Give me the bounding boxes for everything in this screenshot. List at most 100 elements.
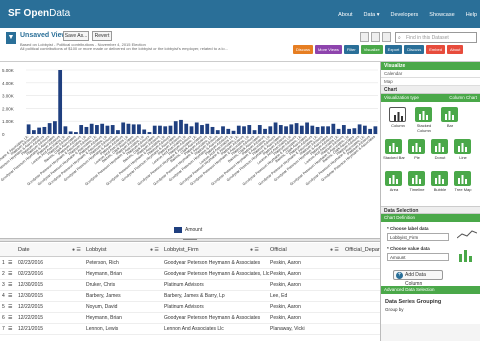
chart-bar[interactable] [221, 126, 225, 134]
table-row[interactable]: 4 ☰ 12/30/2015 Barbery, James Barbery, James… [0, 291, 380, 302]
nav-data[interactable]: Data ▾ [364, 12, 380, 18]
viz-type-header[interactable]: Visualization type Column Chart [381, 94, 480, 102]
chart-bar[interactable] [336, 128, 341, 134]
chart-bar[interactable] [137, 124, 141, 134]
panel-tab-calendar[interactable]: Calendar [381, 70, 480, 78]
chart-bar[interactable] [131, 124, 136, 134]
advanced-selection-header[interactable]: Advanced Data Selection [381, 286, 480, 294]
chart-bar[interactable] [362, 125, 367, 134]
chart-bar[interactable] [79, 125, 84, 134]
chart-bar[interactable] [142, 129, 147, 134]
chart-type-tree-map[interactable] [454, 171, 471, 186]
dataset-search-input[interactable]: ⌕ Find in this Dataset [395, 32, 477, 43]
col-header-lobbyist[interactable]: Lobbyist [86, 247, 107, 253]
chart-bar[interactable] [294, 123, 299, 134]
chart-bar[interactable] [305, 122, 309, 134]
chart-bar[interactable] [68, 131, 73, 134]
chart-type-column[interactable] [389, 107, 406, 122]
col-header-date[interactable]: Date [18, 247, 30, 253]
divider-grip[interactable] [183, 239, 197, 241]
chart-bar[interactable] [284, 126, 288, 134]
chart-definition-header[interactable]: Chart Definition [381, 214, 480, 222]
col-menu-icon[interactable]: ● ☰ [72, 247, 81, 253]
chart-bar[interactable] [63, 126, 68, 134]
value-data-select[interactable]: Amount [387, 253, 449, 261]
chart-bar[interactable] [320, 126, 325, 134]
chart-bar[interactable] [189, 126, 194, 134]
nav-help[interactable]: Help [466, 12, 477, 18]
chart-bar[interactable] [331, 123, 336, 134]
chart-type-stacked-column[interactable] [415, 107, 432, 122]
chart-bar[interactable] [242, 126, 246, 134]
chart-bar[interactable] [58, 70, 63, 134]
discuss-button[interactable]: Discuss [293, 45, 314, 54]
rss-icon[interactable] [371, 32, 380, 42]
table-row[interactable]: 6 ☰ 12/22/2015 Heymann, Brian Goodyear Peter… [0, 313, 380, 324]
col-header-official-dept[interactable]: Official_Depar [345, 247, 380, 253]
chart-bar[interactable] [37, 127, 42, 134]
chart-bar[interactable] [200, 125, 204, 134]
chart-bar[interactable] [231, 130, 236, 134]
chart-bar[interactable] [347, 128, 351, 134]
chart-bar[interactable] [257, 125, 262, 134]
nav-about[interactable]: About [338, 12, 352, 18]
chart-bar[interactable] [273, 122, 278, 134]
chart-bar[interactable] [47, 123, 52, 134]
chart-bar[interactable] [184, 123, 189, 134]
chart-bar[interactable] [26, 124, 31, 134]
chart-type-timeline[interactable] [408, 171, 425, 186]
row-menu-icon[interactable]: ☰ [8, 293, 12, 299]
chart-bar[interactable] [89, 123, 94, 134]
chart-type-area[interactable] [385, 171, 402, 186]
chart-bar[interactable] [289, 124, 294, 134]
chart-bar[interactable] [310, 125, 315, 134]
row-menu-icon[interactable]: ☰ [8, 326, 12, 332]
chart-type-stacked-bar[interactable] [385, 139, 402, 154]
chart-bar[interactable] [121, 122, 126, 134]
label-data-select[interactable]: Lobbyist_Firm [387, 233, 449, 241]
row-menu-icon[interactable]: ☰ [8, 282, 12, 288]
chart-bar[interactable] [210, 126, 215, 134]
table-row[interactable]: 3 ☰ 12/30/2015 Druker, Chris Platinum Adviso… [0, 280, 380, 291]
visualize-button[interactable]: Visualize [360, 45, 383, 54]
pane-divider[interactable] [0, 238, 380, 242]
chart-type-line[interactable] [454, 139, 471, 154]
revert-button[interactable]: Revert [92, 31, 112, 41]
nav-showcase[interactable]: Showcase [429, 12, 454, 18]
chart-bar[interactable] [341, 125, 346, 134]
chart-bar[interactable] [116, 130, 120, 134]
chart-bar[interactable] [163, 126, 168, 134]
col-menu-icon[interactable]: ● ☰ [150, 247, 159, 253]
chart-type-bar[interactable] [441, 107, 458, 122]
chart-bar[interactable] [31, 130, 36, 134]
chart-bar[interactable] [100, 123, 105, 134]
chart-bar[interactable] [74, 132, 78, 134]
chart-bar[interactable] [357, 124, 362, 134]
row-menu-icon[interactable]: ☰ [8, 260, 12, 266]
col-menu-icon[interactable]: ● ☰ [330, 247, 339, 253]
chart-type-bubble[interactable] [431, 171, 448, 186]
chart-bar[interactable] [368, 128, 373, 134]
chart-bar[interactable] [152, 125, 157, 134]
chart-bar[interactable] [205, 123, 210, 134]
email-icon[interactable] [382, 32, 391, 42]
chart-bar[interactable] [236, 125, 241, 134]
row-menu-icon[interactable]: ☰ [8, 304, 12, 310]
export-button[interactable]: Export [384, 45, 403, 54]
chart-bar[interactable] [315, 126, 320, 134]
chart-bar[interactable] [252, 130, 257, 134]
chart-bar[interactable] [247, 125, 252, 134]
chart-bar[interactable] [278, 125, 283, 134]
chart-bar[interactable] [105, 125, 110, 134]
chart-bar[interactable] [147, 132, 152, 134]
table-row[interactable]: 2 ☰ 02/23/2016 Heymann, Brian Goodyear Peter… [0, 269, 380, 280]
chart-type-donut[interactable] [431, 139, 448, 154]
filter-button[interactable]: Filter [343, 45, 359, 54]
chart-bar[interactable] [215, 130, 220, 134]
chart-bar[interactable] [373, 126, 378, 134]
panel-tab-map[interactable]: Map [381, 78, 480, 86]
chart-bar[interactable] [268, 126, 273, 134]
row-menu-icon[interactable]: ☰ [8, 315, 12, 321]
chart-bar[interactable] [299, 125, 304, 134]
save-as-button[interactable]: Save As... [63, 31, 89, 41]
